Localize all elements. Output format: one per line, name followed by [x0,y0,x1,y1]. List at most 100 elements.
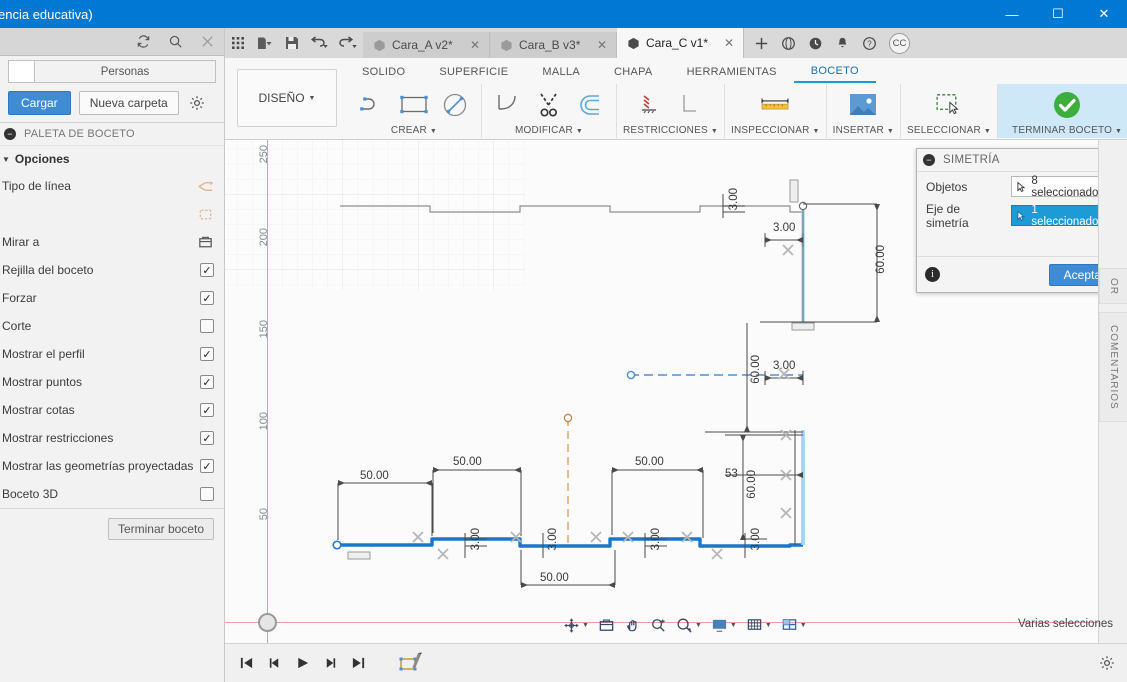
help-globe-icon[interactable] [781,36,796,51]
dimension-3-h1[interactable]: 3.00 [773,222,795,234]
simetria-dialog[interactable]: − SIMETRÍA Objetos 8 seleccionado ✕ Eje … [916,148,1127,293]
new-file-icon[interactable] [256,36,274,51]
dimension-3-v4[interactable]: 3.00 [750,528,762,550]
go-to-start-icon[interactable] [239,656,254,670]
ribbon-group-label[interactable]: MODIFICAR ▼ [515,125,583,138]
add-tab-icon[interactable] [754,36,769,51]
close-icon[interactable]: ✕ [467,38,483,52]
ribbon-tab-malla[interactable]: MALLA [525,61,597,83]
ribbon-group-terminar-boceto[interactable]: TERMINAR BOCETO ▼ [998,84,1127,138]
ribbon-tab-boceto[interactable]: BOCETO [793,61,876,83]
notifications-bell-icon[interactable] [835,36,850,51]
ribbon-group-label[interactable]: SELECCIONAR ▼ [907,125,991,138]
dimension-50-2[interactable]: 50.00 [453,456,482,468]
finish-sketch-check-icon[interactable] [1050,88,1084,122]
options-section-header[interactable]: ▼ Opciones [0,146,224,172]
constraint-line-icon[interactable] [674,88,708,122]
ribbon-group-label[interactable]: CREAR ▼ [391,125,437,138]
new-folder-button[interactable]: Nueva carpeta [78,91,179,115]
option-row-look-at[interactable]: Mirar a [0,228,224,256]
viewports-icon[interactable]: ▼ [781,617,807,633]
sketch-rectangle-icon[interactable] [397,88,431,122]
insert-image-icon[interactable] [846,88,880,122]
info-icon[interactable]: i [925,267,940,282]
right-tab-comentarios[interactable]: COMENTARIOS [1099,312,1127,422]
right-tab-editor[interactable]: OR [1099,268,1127,304]
collapse-icon[interactable]: − [923,154,935,166]
search-icon[interactable] [166,33,184,51]
checkbox-slice[interactable] [200,319,214,333]
sketch-arc-icon[interactable] [356,88,390,122]
constraint-icon[interactable] [633,88,667,122]
recent-icon[interactable] [808,36,823,51]
save-icon[interactable] [285,36,299,50]
gear-icon[interactable] [1099,655,1115,671]
option-row-line-type[interactable]: Tipo de línea [0,172,224,200]
line-type-icon[interactable] [196,177,214,195]
objetos-selection-field[interactable]: 8 seleccionado [1011,175,1101,199]
ribbon-tab-chapa[interactable]: CHAPA [597,61,670,83]
eje-selection-field[interactable]: 1 seleccionado [1011,204,1101,228]
grid-icon[interactable] [231,36,245,50]
close-button[interactable]: ✕ [1081,0,1127,28]
redo-icon[interactable] [339,36,357,50]
document-tab-cara-a[interactable]: Cara_A v2* ✕ [363,32,490,58]
option-row-3d-sketch[interactable]: Boceto 3D [0,480,224,508]
ribbon-group-label[interactable]: INSPECCIONAR ▼ [731,125,820,138]
option-row-show-profile[interactable]: Mostrar el perfil ✓ [0,340,224,368]
document-tab-cara-c[interactable]: Cara_C v1* ✕ [617,28,744,58]
go-to-end-icon[interactable] [351,656,366,670]
option-row-show-dimensions[interactable]: Mostrar cotas ✓ [0,396,224,424]
finish-sketch-button[interactable]: Terminar boceto [107,517,214,540]
avatar[interactable]: CC [889,32,910,54]
ribbon-tab-solido[interactable]: SOLIDO [345,61,422,83]
option-row-show-constraints[interactable]: Mostrar restricciones ✓ [0,424,224,452]
fillet-icon[interactable] [491,88,525,122]
data-panel-tab-people[interactable]: Personas [34,60,216,83]
checkbox-3d-sketch[interactable] [200,487,214,501]
dimension-3-v5[interactable]: 3.00 [728,188,740,210]
undo-icon[interactable] [310,36,328,50]
dimension-50-1[interactable]: 50.00 [360,470,389,482]
dimension-3-v2[interactable]: 3.00 [547,528,559,550]
zoom-window-icon[interactable]: ▼ [676,617,702,634]
ribbon-group-label[interactable]: INSERTAR ▼ [833,125,894,138]
step-back-icon[interactable] [267,656,282,670]
ribbon-group-label[interactable]: RESTRICCIONES ▼ [623,125,718,138]
refresh-icon[interactable] [134,33,152,51]
checkbox-show-profile[interactable]: ✓ [200,347,214,361]
close-icon[interactable]: ✕ [594,38,610,52]
checkbox-show-points[interactable]: ✓ [200,375,214,389]
sketch-feature-icon[interactable] [399,650,425,676]
look-at-icon[interactable] [598,617,615,634]
dimension-50-3[interactable]: 50.00 [635,456,664,468]
checkbox-show-constraints[interactable]: ✓ [200,431,214,445]
upload-button[interactable]: Cargar [8,91,71,115]
maximize-button[interactable]: ☐ [1035,0,1081,28]
checkbox-show-dimensions[interactable]: ✓ [200,403,214,417]
look-at-icon[interactable] [196,233,214,251]
zoom-icon[interactable] [650,617,667,634]
option-row-show-points[interactable]: Mostrar puntos ✓ [0,368,224,396]
checkbox-snap[interactable]: ✓ [200,291,214,305]
play-icon[interactable] [295,656,310,670]
selection-window-icon[interactable] [932,88,966,122]
option-row-show-projected[interactable]: Mostrar las geometrías proyectadas ✓ [0,452,224,480]
measure-icon[interactable] [758,88,792,122]
dimension-60-1[interactable]: 60.00 [875,245,887,274]
dimension-50-4[interactable]: 50.00 [540,572,569,584]
dimension-3-v1[interactable]: 3.00 [470,528,482,550]
close-icon[interactable]: ✕ [721,36,737,50]
ribbon-tab-herramientas[interactable]: HERRAMIENTAS [670,61,794,83]
step-forward-icon[interactable] [323,656,338,670]
dimension-3-v3[interactable]: 3.00 [650,528,662,550]
help-icon[interactable]: ? [862,36,877,51]
grid-snap-icon[interactable]: ▼ [746,617,772,633]
checkbox-grid[interactable]: ✓ [200,263,214,277]
option-row-grid[interactable]: Rejilla del boceto ✓ [0,256,224,284]
offset-icon[interactable] [573,88,607,122]
workspace-switcher-button[interactable]: DISEÑO ▼ [237,69,337,127]
dimension-60-2[interactable]: 60.00 [750,355,762,384]
minimize-button[interactable]: ― [989,0,1035,28]
collapse-icon[interactable]: − [4,128,16,140]
